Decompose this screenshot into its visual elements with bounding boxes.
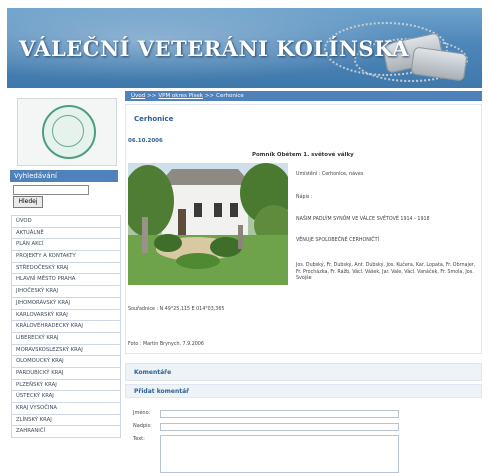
comments-title: Komentáře xyxy=(134,369,172,376)
inscription-names: Jos. Dubský, Fr. Dubský, Ant. Dubský, Jo… xyxy=(296,263,476,281)
sidebar-item-zlinsky[interactable]: ZLÍNSKÝ KRAJ xyxy=(11,414,121,427)
sidebar-item-jihocesky[interactable]: JIHOČESKÝ KRAJ xyxy=(11,286,121,298)
logo-box xyxy=(17,98,117,166)
breadcrumb-home-link[interactable]: Úvod xyxy=(131,93,145,99)
left-sidebar: Vyhledávání Hledej ÚVOD AKTUÁLNĚ PLÁN AK… xyxy=(7,88,121,471)
monument-photo xyxy=(128,163,288,285)
sidebar-item-projekty[interactable]: PROJEKTY A KONTAKTY xyxy=(11,251,121,263)
breadcrumb-separator: >> xyxy=(204,93,215,99)
sidebar-item-stredocesky[interactable]: STŘEDOČESKÝ KRAJ xyxy=(11,262,121,275)
breadcrumb-district-link[interactable]: VPM okres Písek xyxy=(158,93,203,99)
main-content: Úvod >> VPM okres Písek >> Cerhonice Cerhoni… xyxy=(125,88,482,473)
sidebar-item-plan-akci[interactable]: PLÁN AKCÍ xyxy=(11,239,121,252)
site-banner: VÁLEČNÍ VETERÁNI KOLÍNSKA xyxy=(7,8,482,88)
sidebar-item-karlovarsky[interactable]: KARLOVARSKÝ KRAJ xyxy=(11,309,121,322)
add-comment-title: Přidat komentář xyxy=(134,388,190,395)
coordinates-text: Souřadnice : N 49°25,115 E 014°03,365 xyxy=(128,307,225,312)
add-comment-header: Přidat komentář xyxy=(125,384,482,398)
text-label: Text: xyxy=(133,436,145,442)
inscription-line-2: VĚNUJE SPOLOBEČNÉ CERHONIČTÍ xyxy=(296,238,379,243)
article-date: 06.10.2006 xyxy=(128,138,163,144)
sidebar-nav: ÚVOD AKTUÁLNĚ PLÁN AKCÍ PROJEKTY A KONTA… xyxy=(11,215,121,439)
search-heading: Vyhledávání xyxy=(10,170,118,182)
inscription-line-1: NAŠIM PADLÝM SYNŮM VE VÁLCE SVĚTOVÉ 1914… xyxy=(296,217,430,222)
comment-textarea[interactable] xyxy=(160,435,399,473)
breadcrumb: Úvod >> VPM okres Písek >> Cerhonice xyxy=(125,91,482,101)
subject-field[interactable] xyxy=(160,423,399,431)
page: VÁLEČNÍ VETERÁNI KOLÍNSKA Vyhledávání Hl… xyxy=(0,0,488,473)
article-panel: Cerhonice 06.10.2006 Pomník Obětem 1. sv… xyxy=(125,104,482,354)
photo-credit: Foto : Martin Brynych, 7.9.2006 xyxy=(128,342,204,347)
sidebar-item-plzensky[interactable]: PLZEŇSKÝ KRAJ xyxy=(11,379,121,392)
sidebar-item-liberecky[interactable]: LIBERECKÝ KRAJ xyxy=(11,332,121,345)
page-title: Cerhonice xyxy=(134,115,174,123)
inscription-label: Nápis : xyxy=(296,195,313,200)
sidebar-item-vysocina[interactable]: KRAJ VYSOČINA xyxy=(11,403,121,415)
name-field[interactable] xyxy=(160,410,399,418)
subject-label: Nadpis: xyxy=(133,423,152,429)
breadcrumb-current: Cerhonice xyxy=(216,93,244,99)
sidebar-item-jihomoravsky[interactable]: JIHOMORAVSKÝ KRAJ xyxy=(11,297,121,310)
breadcrumb-separator: >> xyxy=(147,93,157,99)
sidebar-item-olomoucky[interactable]: OLOMOUCKÝ KRAJ xyxy=(11,356,121,368)
search-button[interactable]: Hledej xyxy=(13,196,43,208)
sidebar-item-aktualne[interactable]: AKTUÁLNĚ xyxy=(11,227,121,240)
sidebar-item-pardubicky[interactable]: PARDUBICKÝ KRAJ xyxy=(11,367,121,380)
sidebar-item-uvod[interactable]: ÚVOD xyxy=(11,215,121,228)
comments-header: Komentáře xyxy=(125,363,482,381)
sidebar-item-kralovehradecky[interactable]: KRÁLOVÉHRADECKÝ KRAJ xyxy=(11,321,121,333)
sidebar-item-ustecky[interactable]: ÚSTECKÝ KRAJ xyxy=(11,391,121,403)
sidebar-item-praha[interactable]: HLAVNÍ MĚSTO PRAHA xyxy=(11,274,121,287)
location-text: Umístění : Cerhonice, náves xyxy=(296,172,364,177)
monument-title: Pomník Obětem 1. světové války xyxy=(252,152,354,158)
association-logo[interactable] xyxy=(42,105,96,159)
search-input[interactable] xyxy=(13,185,89,195)
site-title: VÁLEČNÍ VETERÁNI KOLÍNSKA xyxy=(19,36,409,61)
name-label: Jméno: xyxy=(133,410,151,416)
sidebar-item-zahranici[interactable]: ZAHRANIČÍ xyxy=(11,426,121,439)
sidebar-item-moravskoslezsky[interactable]: MORAVSKOSLEZSKÝ KRAJ xyxy=(11,344,121,357)
